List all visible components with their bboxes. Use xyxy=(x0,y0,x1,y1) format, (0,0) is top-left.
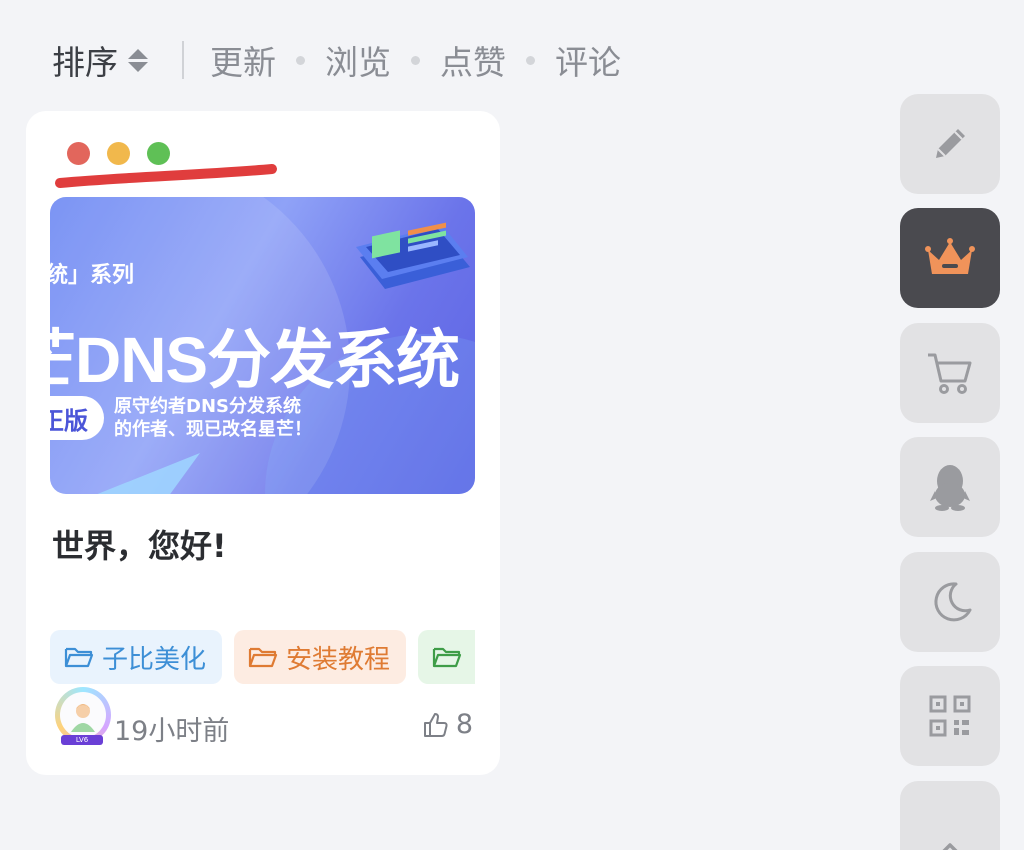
folder-icon xyxy=(64,647,94,668)
tag-green[interactable] xyxy=(418,630,475,684)
edit-post-button[interactable] xyxy=(900,94,1000,194)
moon-icon xyxy=(934,582,972,622)
cover-description: 原守约者DNS分发系统 的作者、现已改名星芒！ xyxy=(114,395,312,441)
post-card[interactable]: 统」系列 芒DNS分发系统 正版 原守约者DNS分发系统 的作者、现已改名星芒！… xyxy=(26,111,500,775)
post-time: 19小时前 xyxy=(114,716,230,747)
monitor-illustration xyxy=(356,222,470,289)
sort-option-views[interactable]: 浏览 xyxy=(325,36,391,84)
sort-divider xyxy=(182,41,184,79)
vip-button[interactable] xyxy=(900,208,1000,308)
level-badge: LV6 xyxy=(61,735,103,745)
tag-install-tutorial[interactable]: 安装教程 xyxy=(234,630,407,684)
cart-button[interactable] xyxy=(900,323,1000,423)
tag-list: 子比美化 安装教程 xyxy=(50,630,475,686)
like-count: 8 xyxy=(455,709,473,740)
separator-dot xyxy=(296,55,305,65)
red-dot xyxy=(67,142,90,165)
crown-icon xyxy=(925,238,975,274)
separator-dot xyxy=(526,55,535,65)
sort-option-comments[interactable]: 评论 xyxy=(555,36,621,84)
back-to-top-button[interactable] xyxy=(900,781,1000,850)
cover-desc-line2: 的作者、现已改名星芒！ xyxy=(114,419,312,440)
cover-desc-line1: 原守约者DNS分发系统 xyxy=(114,396,301,417)
cover-headline: 芒DNS分发系统 xyxy=(50,324,460,396)
qq-button[interactable] xyxy=(900,437,1000,537)
sort-option-update[interactable]: 更新 xyxy=(210,36,276,84)
qq-penguin-icon xyxy=(930,465,970,511)
red-underline-decoration xyxy=(55,164,277,188)
tag-zibi-beautify[interactable]: 子比美化 xyxy=(50,630,223,684)
qrcode-button[interactable] xyxy=(900,666,1000,766)
separator-dot xyxy=(411,55,420,65)
folder-icon xyxy=(248,647,278,668)
cover-pill: 正版 xyxy=(50,396,104,440)
user-avatar-icon xyxy=(71,704,95,732)
yellow-dot xyxy=(107,142,130,165)
tag-label: 安装教程 xyxy=(286,644,391,675)
post-title[interactable]: 世界，您好! xyxy=(52,521,227,567)
sort-option-likes[interactable]: 点赞 xyxy=(440,36,506,84)
like-button[interactable]: 8 xyxy=(422,709,473,740)
thumbs-up-icon xyxy=(423,712,448,737)
folder-icon xyxy=(432,647,462,668)
window-dots xyxy=(67,142,170,165)
dark-mode-toggle[interactable] xyxy=(900,552,1000,652)
post-cover-image[interactable]: 统」系列 芒DNS分发系统 正版 原守约者DNS分发系统 的作者、现已改名星芒！ xyxy=(50,197,475,494)
sort-toggle[interactable]: 排序 xyxy=(52,36,148,84)
page: 排序 更新 浏览 点赞 评论 统」系列 芒DNS分发系统 正版 原守约者DNS分… xyxy=(0,0,1024,850)
chevron-up-icon xyxy=(942,843,958,850)
tag-label: 子比美化 xyxy=(102,644,207,675)
cart-icon xyxy=(928,353,972,394)
green-dot xyxy=(147,142,170,165)
pencil-icon xyxy=(936,129,965,158)
qrcode-icon xyxy=(929,695,971,737)
sort-arrows-icon xyxy=(128,48,148,72)
cover-series-text: 统」系列 xyxy=(50,263,135,288)
author-avatar[interactable]: LV6 xyxy=(55,687,111,745)
sort-bar: 排序 更新 浏览 点赞 评论 xyxy=(52,36,621,84)
sort-label: 排序 xyxy=(52,43,118,82)
cover-arrow-shape xyxy=(97,453,200,494)
